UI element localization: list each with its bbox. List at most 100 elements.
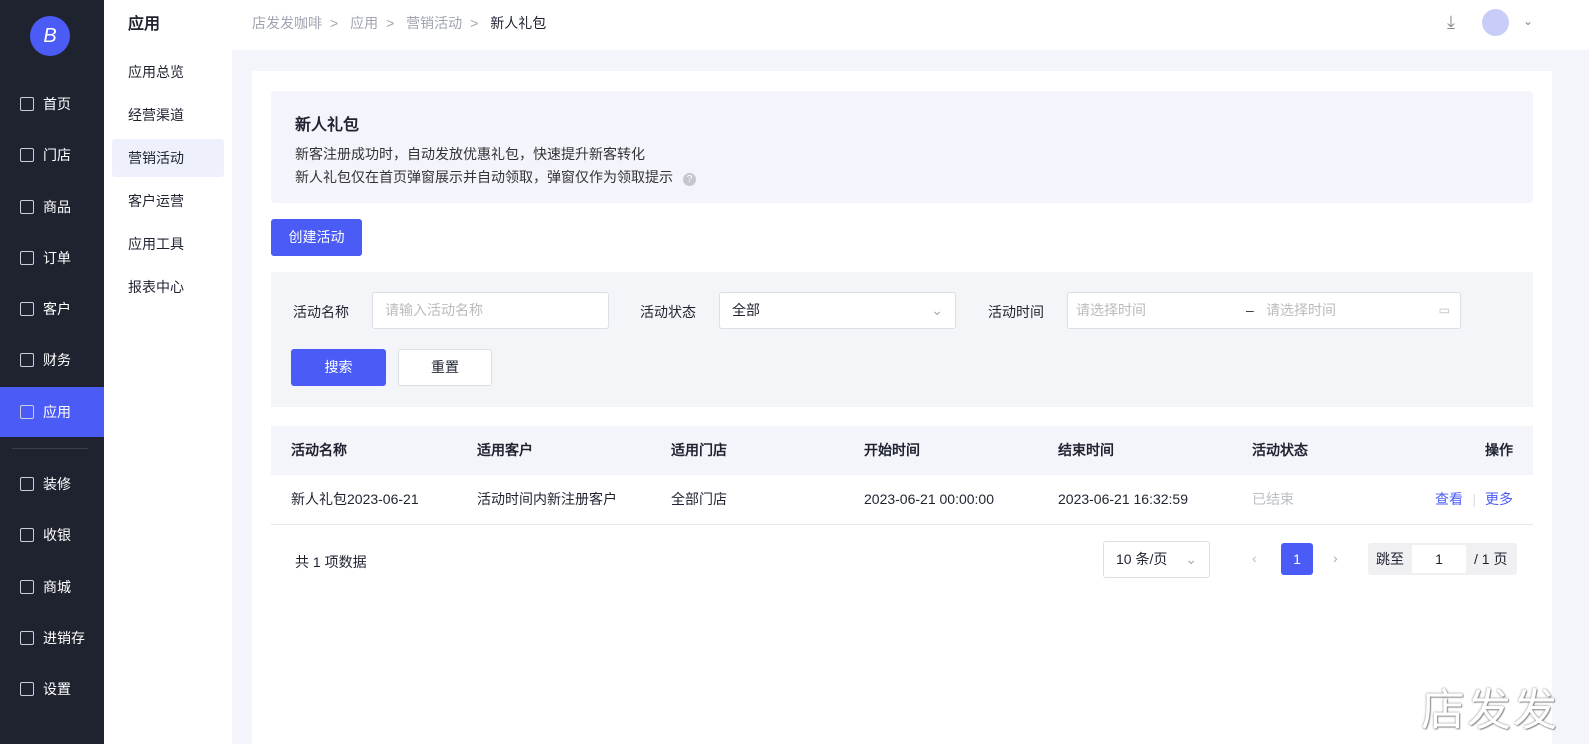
breadcrumb-item[interactable]: 店发发咖啡	[252, 15, 322, 31]
sub-nav-title: 应用	[128, 16, 161, 33]
status-value: 全部	[732, 302, 760, 318]
intro-line: 新客注册成功时，自动发放优惠礼包，快速提升新客转化	[295, 146, 645, 162]
sidebar-item-label: 商品	[43, 199, 71, 215]
total-count: 共 1 项数据	[295, 554, 367, 570]
column-header: 适用客户	[477, 442, 533, 458]
end-date-input[interactable]: 请选择时间	[1266, 293, 1336, 328]
order-icon	[20, 251, 34, 265]
cell-customer: 活动时间内新注册客户	[477, 491, 617, 507]
download-icon[interactable]: ⤓	[1447, 12, 1455, 33]
layers-icon	[20, 477, 34, 491]
page-1-button[interactable]: 1	[1281, 543, 1313, 575]
sidebar-item-7[interactable]: 装修	[0, 459, 104, 509]
cell-name: 新人礼包2023-06-21	[291, 491, 419, 507]
column-header: 操作	[1485, 442, 1513, 458]
page-title: 新人礼包	[295, 117, 360, 134]
sidebar-item-label: 设置	[43, 681, 71, 697]
view-link[interactable]: 查看	[1435, 475, 1463, 524]
subnav-item[interactable]: 营销活动	[112, 139, 224, 177]
subnav-item[interactable]: 经营渠道	[112, 96, 224, 134]
time-label: 活动时间	[988, 304, 1044, 320]
breadcrumb-item[interactable]: 应用	[350, 15, 378, 31]
watermark: 店发发	[1421, 686, 1559, 735]
intro-line: 新人礼包仅在首页弹窗展示并自动领取，弹窗仅作为领取提示	[295, 169, 673, 185]
sidebar-item-label: 进销存	[43, 630, 85, 646]
reset-button[interactable]: 重置	[398, 349, 492, 386]
home-icon	[20, 97, 34, 111]
jump-input[interactable]: 1	[1412, 545, 1466, 573]
chevron-down-icon: ⌄	[1185, 551, 1197, 567]
subnav-item[interactable]: 报表中心	[112, 268, 224, 306]
prev-page-icon[interactable]: ‹	[1252, 550, 1257, 566]
sidebar-item-2[interactable]: 商品	[0, 182, 104, 232]
subnav-item[interactable]: 应用总览	[112, 53, 224, 91]
create-activity-button[interactable]: 创建活动	[271, 219, 362, 256]
sidebar-item-3[interactable]: 订单	[0, 233, 104, 283]
avatar[interactable]	[1482, 9, 1509, 36]
sidebar-item-label: 客户	[43, 301, 71, 317]
column-header: 活动名称	[291, 442, 347, 458]
sidebar-item-1[interactable]: 门店	[0, 130, 104, 180]
sidebar-item-label: 收银	[43, 527, 71, 543]
sidebar-item-label: 应用	[43, 404, 71, 420]
sidebar-item-6[interactable]: 应用	[0, 387, 104, 437]
more-link[interactable]: 更多	[1485, 475, 1513, 524]
breadcrumb-item[interactable]: 营销活动	[406, 15, 462, 31]
status-select[interactable]: 全部 ⌄	[719, 292, 956, 329]
name-label: 活动名称	[293, 304, 349, 320]
search-button[interactable]: 搜索	[291, 349, 386, 386]
status-badge: 已结束	[1252, 491, 1294, 507]
sidebar-item-label: 门店	[43, 147, 71, 163]
jump-label: 跳至	[1376, 551, 1404, 567]
name-input[interactable]: 请输入活动名称	[372, 292, 609, 329]
apps-icon	[20, 405, 34, 419]
date-range-picker[interactable]: 请选择时间 – 请选择时间 ▭	[1067, 292, 1461, 329]
main-sidebar: B 首页门店商品订单客户财务应用装修收银商城进销存设置	[0, 0, 104, 744]
chevron-down-icon: ⌄	[931, 302, 943, 318]
calendar-icon: ▭	[1438, 303, 1450, 317]
sidebar-item-4[interactable]: 客户	[0, 284, 104, 334]
inventory-icon	[20, 631, 34, 645]
top-bar: 店发发咖啡 > 应用 > 营销活动 > 新人礼包 ⤓ ⌄	[232, 0, 1589, 50]
user-icon	[20, 302, 34, 316]
subnav-item[interactable]: 应用工具	[112, 225, 224, 263]
sidebar-item-8[interactable]: 收银	[0, 510, 104, 560]
cashier-icon	[20, 528, 34, 542]
page-size-value: 10 条/页	[1116, 551, 1168, 567]
breadcrumb-current: 新人礼包	[490, 15, 547, 31]
action-divider: |	[1472, 491, 1476, 507]
settings-icon	[20, 682, 34, 696]
sidebar-item-label: 财务	[43, 352, 71, 368]
cell-end: 2023-06-21 16:32:59	[1058, 491, 1188, 507]
sub-nav: 应用 应用总览经营渠道营销活动客户运营应用工具报表中心	[104, 0, 232, 744]
start-date-input[interactable]: 请选择时间	[1076, 302, 1146, 318]
sidebar-item-label: 装修	[43, 476, 71, 492]
breadcrumb: 店发发咖啡 > 应用 > 营销活动 > 新人礼包	[252, 15, 547, 31]
sidebar-divider	[12, 448, 88, 449]
sidebar-item-10[interactable]: 进销存	[0, 613, 104, 663]
page-size-select[interactable]: 10 条/页 ⌄	[1103, 541, 1210, 578]
help-icon[interactable]: ?	[683, 173, 696, 186]
bag-icon	[20, 200, 34, 214]
status-label: 活动状态	[640, 304, 696, 320]
column-header: 开始时间	[864, 442, 920, 458]
table-row: 新人礼包2023-06-21 活动时间内新注册客户 全部门店 2023-06-2…	[271, 475, 1533, 525]
chevron-down-icon[interactable]: ⌄	[1523, 14, 1533, 28]
sidebar-item-0[interactable]: 首页	[0, 79, 104, 129]
table-header: 活动名称 适用客户 适用门店 开始时间 结束时间 活动状态 操作	[271, 426, 1533, 475]
sidebar-item-5[interactable]: 财务	[0, 335, 104, 385]
app-logo[interactable]: B	[30, 16, 70, 56]
sidebar-item-label: 订单	[43, 250, 71, 266]
sidebar-item-label: 商城	[43, 579, 71, 595]
column-header: 适用门店	[671, 442, 727, 458]
intro-panel: 新人礼包 新客注册成功时，自动发放优惠礼包，快速提升新客转化 新人礼包仅在首页弹…	[271, 91, 1533, 203]
cell-start: 2023-06-21 00:00:00	[864, 491, 994, 507]
sidebar-item-11[interactable]: 设置	[0, 664, 104, 714]
column-header: 活动状态	[1252, 442, 1308, 458]
store-icon	[20, 148, 34, 162]
content-card: 新人礼包 新客注册成功时，自动发放优惠礼包，快速提升新客转化 新人礼包仅在首页弹…	[252, 71, 1552, 744]
mall-icon	[20, 580, 34, 594]
next-page-icon[interactable]: ›	[1333, 550, 1338, 566]
subnav-item[interactable]: 客户运营	[112, 182, 224, 220]
sidebar-item-9[interactable]: 商城	[0, 562, 104, 612]
